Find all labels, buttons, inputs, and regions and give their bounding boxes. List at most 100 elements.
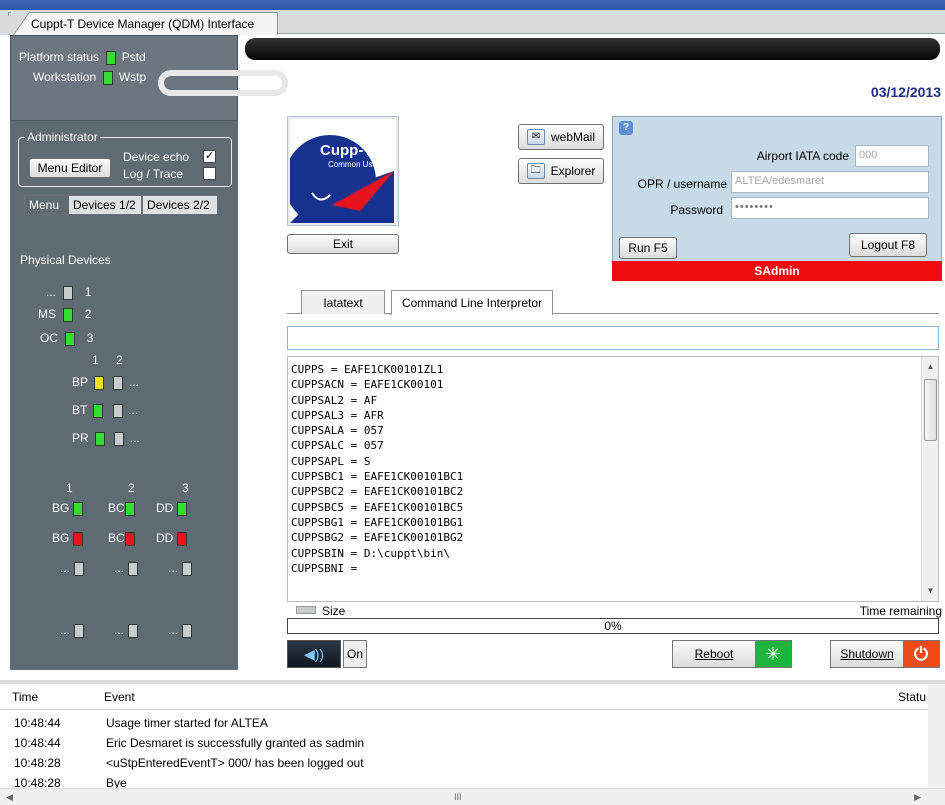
logout-f8-button[interactable]: Logout F8: [849, 233, 927, 257]
col-status[interactable]: Statu: [898, 690, 926, 704]
left-panel: Platform status Pstd Workstation Wstp Ad…: [10, 35, 238, 670]
printer-led: [95, 431, 106, 446]
device-echo-checkbox[interactable]: ✓: [203, 150, 216, 163]
scroll-thumb[interactable]: [924, 379, 937, 441]
group-led: [182, 561, 193, 576]
group-led: [73, 531, 84, 546]
explorer-button[interactable]: 🗀 Explorer: [518, 158, 604, 184]
group-label: ...: [114, 561, 125, 575]
tab-command-line-interpretor[interactable]: Command Line Interpretor: [391, 290, 553, 315]
group-dd-1[interactable]: DD: [156, 501, 188, 516]
tab-devices-1[interactable]: Devices 1/2: [68, 195, 142, 215]
cuppt-logo: Cupp-T Common Use: [287, 116, 399, 226]
exit-button[interactable]: Exit: [287, 234, 399, 254]
transfer-size-row: Size Time remaining: [290, 604, 942, 618]
device-row-3[interactable]: OC 3: [40, 331, 93, 346]
cli-output: CUPPS = EAFE1CK00101ZL1 CUPPSACN = EAFE1…: [287, 356, 939, 602]
tab-menu[interactable]: Menu: [24, 195, 70, 215]
speaker-icon[interactable]: ◀)): [287, 640, 341, 668]
group-label: ...: [168, 623, 179, 637]
col-event[interactable]: Event: [104, 690, 135, 704]
sound-toggle[interactable]: ◀)) On: [287, 640, 367, 668]
printer-led: [112, 403, 123, 418]
printer-row-pr[interactable]: PR ...: [72, 431, 140, 446]
scroll-up-icon[interactable]: ▲: [922, 359, 939, 375]
webmail-icon: ✉: [526, 129, 545, 145]
tab-qdm-interface[interactable]: Cuppt-T Device Manager (QDM) Interface: [8, 12, 278, 35]
printer-label: BP: [72, 375, 88, 389]
webmail-button[interactable]: ✉ webMail: [518, 124, 604, 150]
group-unused-5[interactable]: ...: [114, 623, 139, 638]
run-f5-button[interactable]: Run F5: [619, 237, 677, 259]
device-led: [65, 331, 76, 346]
device-row-num: 2: [84, 307, 92, 321]
group-bc-1[interactable]: BC: [108, 501, 135, 516]
printer-suffix: ...: [128, 375, 139, 389]
printer-led: [94, 375, 105, 390]
reboot-icon: ✳: [755, 641, 791, 667]
reboot-button[interactable]: Reboot ✳: [672, 640, 792, 668]
time-remaining-label: Time remaining: [859, 604, 942, 618]
scroll-left-icon[interactable]: ◀: [6, 792, 13, 803]
printer-row-bp[interactable]: BP ...: [72, 375, 139, 390]
size-indicator-icon: [296, 606, 316, 614]
group-unused-4[interactable]: ...: [60, 623, 85, 638]
event-log: Time Event Statu 10:48:44 Usage timer sta…: [0, 680, 945, 805]
group-label: ...: [60, 561, 71, 575]
password-field[interactable]: ••••••••: [731, 197, 929, 219]
log-trace-checkbox[interactable]: [203, 167, 216, 180]
power-icon: ⏻: [903, 641, 939, 667]
group-led: [128, 623, 139, 638]
reboot-label: Reboot: [694, 647, 734, 661]
group-bg-2[interactable]: BG: [52, 531, 84, 546]
group-dd-2[interactable]: DD: [156, 531, 188, 546]
log-event: Usage timer started for ALTEA: [106, 716, 268, 730]
command-input[interactable]: [287, 326, 939, 350]
group-header-2: 2: [128, 481, 135, 495]
scroll-down-icon[interactable]: ▼: [922, 583, 939, 599]
group-unused-6[interactable]: ...: [168, 623, 193, 638]
airport-label: Airport IATA code: [756, 149, 849, 163]
logo-subtitle: Common Use: [328, 160, 377, 169]
event-log-vscroll[interactable]: [928, 684, 945, 791]
device-row-2[interactable]: MS 2: [38, 307, 91, 322]
connector-ring-icon: [158, 70, 288, 96]
size-label: Size: [322, 604, 346, 618]
group-bc-2[interactable]: BC: [108, 531, 135, 546]
progress-text: 0%: [604, 619, 622, 633]
cli-tabs: Iatatext Command Line Interpretor: [287, 290, 939, 315]
airport-iata-field[interactable]: 000: [855, 145, 929, 167]
main-tabbar: Cuppt-T Device Manager (QDM) Interface: [0, 10, 945, 35]
group-led: [177, 531, 188, 546]
log-row[interactable]: 10:48:44 Usage timer started for ALTEA: [0, 714, 928, 734]
group-unused-3[interactable]: ...: [168, 561, 193, 576]
log-row[interactable]: 10:48:44 Eric Desmaret is successfully gr…: [0, 734, 928, 754]
event-log-hscroll[interactable]: ◀ III ▶: [0, 788, 945, 805]
menu-editor-button[interactable]: Menu Editor: [29, 158, 111, 178]
sound-on-label[interactable]: On: [343, 640, 367, 668]
tab-iatatext[interactable]: Iatatext: [301, 290, 385, 314]
platform-status-led: [106, 50, 117, 65]
shutdown-button[interactable]: Shutdown ⏻: [830, 640, 940, 668]
col-time[interactable]: Time: [12, 690, 38, 704]
workstation-code: Wstp: [118, 70, 147, 84]
log-time: 10:48:28: [14, 756, 61, 770]
group-bg-1[interactable]: BG: [52, 501, 84, 516]
device-row-1[interactable]: ... 1: [46, 285, 91, 300]
physical-devices-title: Physical Devices: [20, 253, 111, 267]
cli-output-scrollbar[interactable]: ▲ ▼: [921, 357, 938, 601]
group-unused-1[interactable]: ...: [60, 561, 85, 576]
username-field[interactable]: ALTEA/edesmaret: [731, 171, 929, 193]
username-label: OPR / username: [637, 177, 727, 191]
device-led: [63, 285, 74, 300]
group-unused-2[interactable]: ...: [114, 561, 139, 576]
left-subtabs: Menu Devices 1/2 Devices 2/2: [10, 195, 238, 215]
group-led: [74, 623, 85, 638]
printer-led: [113, 375, 124, 390]
scroll-right-icon[interactable]: ▶: [914, 792, 921, 803]
help-icon[interactable]: ?: [619, 121, 633, 135]
log-row[interactable]: 10:48:28 <uStpEnteredEventT> 000/ has bee…: [0, 754, 928, 774]
log-trace-label: Log / Trace: [123, 167, 184, 181]
tab-devices-2[interactable]: Devices 2/2: [142, 195, 218, 215]
printer-row-bt[interactable]: BT ...: [72, 403, 138, 418]
